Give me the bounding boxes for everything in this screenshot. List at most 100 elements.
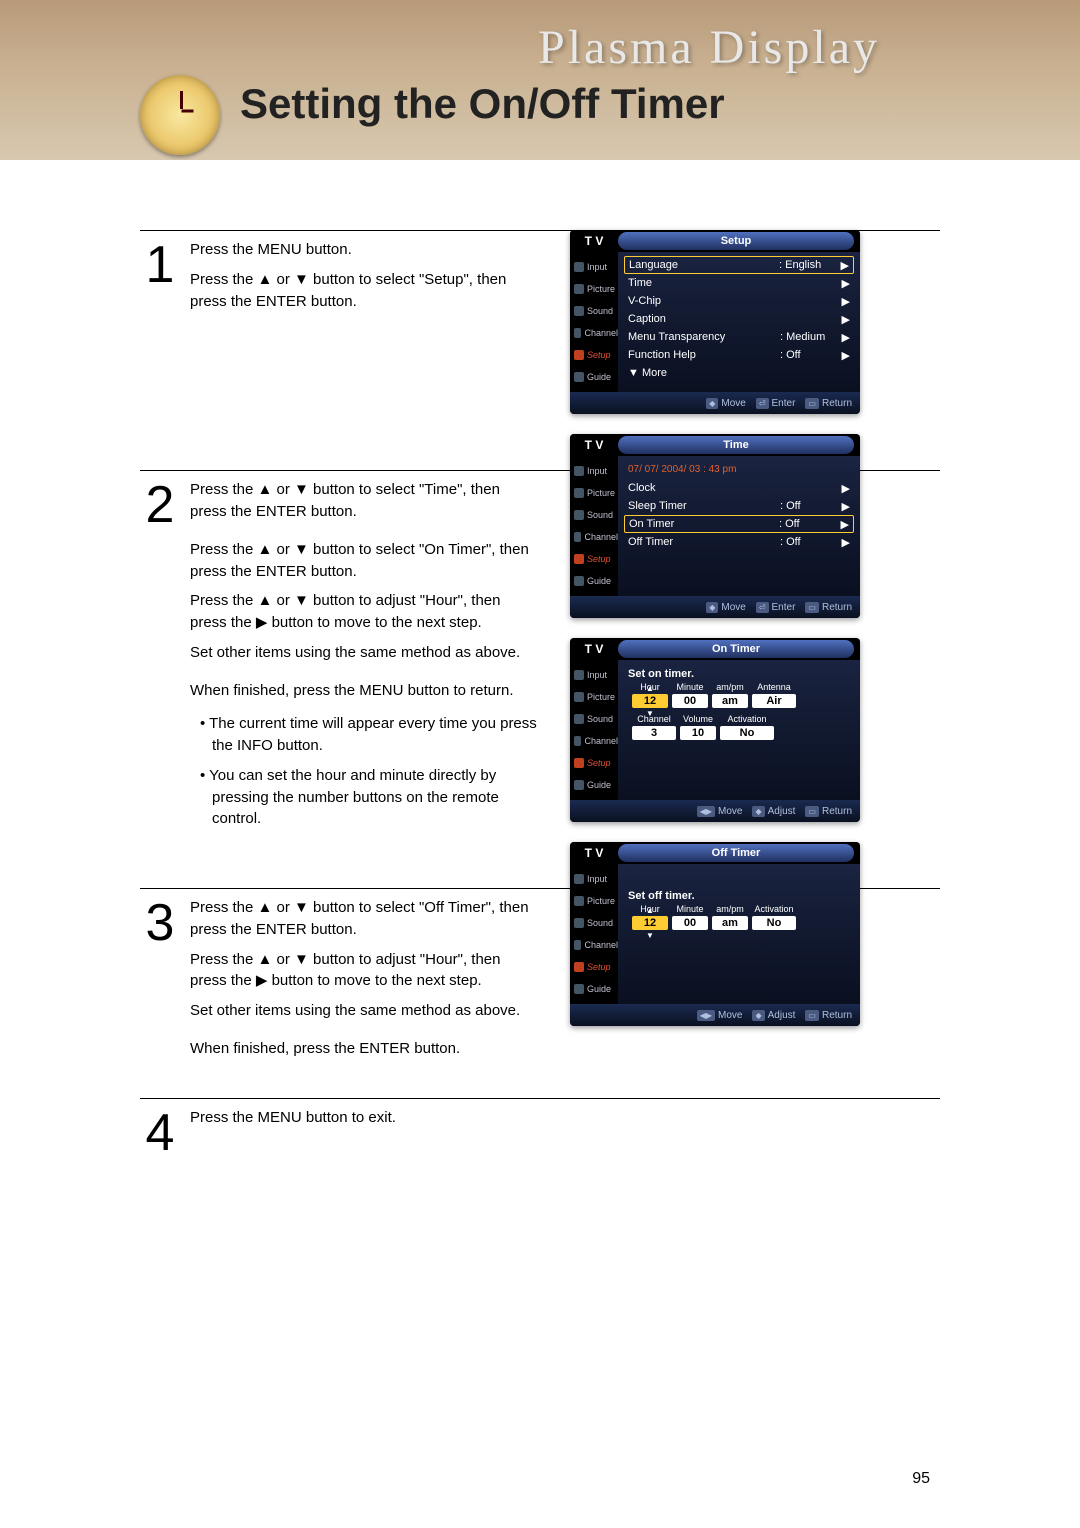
osd-footer: ◀▶Move ◆Adjust ▭Return [570, 800, 860, 822]
osd-menu-row[interactable]: Sleep Timer: Off▶ [624, 497, 854, 515]
osd-sidebar-item[interactable]: Input [570, 664, 618, 686]
osd-menu-row[interactable]: V-Chip▶ [624, 292, 854, 310]
osd-sidebar-item[interactable]: Setup [570, 752, 618, 774]
osd-sidebar-item[interactable]: Picture [570, 278, 618, 300]
move-icon: ◆ [706, 602, 718, 613]
osd-field-value[interactable]: No [720, 726, 774, 740]
osd-field-value[interactable]: 12 [632, 694, 668, 708]
osd-sidebar-icon [574, 284, 584, 294]
osd-field-label: Volume [680, 714, 716, 724]
osd-time: T V Time InputPictureSoundChannelSetupGu… [570, 434, 860, 618]
step-number: 1 [140, 239, 180, 320]
step-text: Press the MENU button to exit. [180, 1107, 560, 1159]
osd-sidebar-item[interactable]: Guide [570, 570, 618, 592]
osd-menu-row[interactable]: Menu Transparency: Medium▶ [624, 328, 854, 346]
osd-sidebar-label: Sound [587, 918, 613, 928]
osd-menu-row[interactable]: Time▶ [624, 274, 854, 292]
osd-sidebar-icon [574, 488, 584, 498]
osd-sidebar-item[interactable]: Sound [570, 504, 618, 526]
osd-sidebar-icon [574, 758, 584, 768]
osd-row-label: Off Timer [624, 536, 780, 548]
osd-menu-row[interactable]: Language: English▶ [624, 256, 854, 274]
osd-sidebar-label: Input [587, 262, 607, 272]
osd-tv-label: T V [570, 438, 618, 452]
osd-menu-row[interactable]: Function Help: Off▶ [624, 346, 854, 364]
osd-sidebar-icon [574, 670, 584, 680]
osd-menu-row[interactable]: On Timer: Off▶ [624, 515, 854, 533]
osd-field-value[interactable]: 00 [672, 694, 708, 708]
osd-menu-row[interactable]: Caption▶ [624, 310, 854, 328]
osd-sidebar-item[interactable]: Input [570, 256, 618, 278]
osd-sidebar-item[interactable]: Input [570, 868, 618, 890]
osd-sidebar-icon [574, 554, 584, 564]
footer-move: Move [721, 602, 745, 613]
osd-field-value[interactable]: 3 [632, 726, 676, 740]
osd-sidebar-icon [574, 962, 584, 972]
osd-sidebar-item[interactable]: Channel [570, 730, 618, 752]
osd-sidebar-item[interactable]: Channel [570, 934, 618, 956]
osd-field-value[interactable]: 00 [672, 916, 708, 930]
step-line: Press the MENU button. [190, 239, 540, 261]
osd-sidebar-item[interactable]: Guide [570, 774, 618, 796]
osd-sidebar-icon [574, 306, 584, 316]
osd-sidebar-item[interactable]: Channel [570, 526, 618, 548]
osd-sidebar-item[interactable]: Sound [570, 300, 618, 322]
osd-field-value[interactable]: 10 [680, 726, 716, 740]
step-line: Set other items using the same method as… [190, 642, 540, 664]
osd-title: On Timer [618, 640, 854, 658]
osd-sidebar-item[interactable]: Picture [570, 890, 618, 912]
osd-field-label: Minute [672, 904, 708, 914]
footer-return: Return [822, 398, 852, 409]
osd-field-value[interactable]: am [712, 694, 748, 708]
osd-setup: T V Setup InputPictureSoundChannelSetupG… [570, 230, 860, 414]
osd-row-label: Menu Transparency [624, 331, 780, 343]
osd-field-label: Antenna [752, 682, 796, 692]
osd-off-timer: T V Off Timer InputPictureSoundChannelSe… [570, 842, 860, 1026]
step-line: Press the MENU button to exit. [190, 1107, 540, 1129]
footer-move: Move [718, 806, 742, 817]
osd-sidebar-icon [574, 714, 584, 724]
adjust-icon: ◆ [752, 1010, 764, 1021]
osd-field-value[interactable]: am [712, 916, 748, 930]
osd-menu-row[interactable]: ▼ More [624, 364, 854, 382]
caret-right-icon: ▶ [840, 536, 854, 549]
osd-sidebar-label: Input [587, 466, 607, 476]
osd-sidebar-label: Sound [587, 510, 613, 520]
osd-sidebar-item[interactable]: Channel [570, 322, 618, 344]
osd-row-label: Time [624, 277, 780, 289]
osd-sidebar-item[interactable]: Setup [570, 548, 618, 570]
osd-sidebar-item[interactable]: Setup [570, 344, 618, 366]
caret-right-icon: ▶ [840, 331, 854, 344]
osd-sidebar-label: Guide [587, 984, 611, 994]
osd-sidebar-item[interactable]: Picture [570, 686, 618, 708]
osd-sidebar-icon [574, 510, 584, 520]
osd-sidebar-item[interactable]: Setup [570, 956, 618, 978]
osd-field-value[interactable]: 12 [632, 916, 668, 930]
osd-sidebar-icon [574, 576, 584, 586]
osd-sidebar-item[interactable]: Sound [570, 708, 618, 730]
osd-sidebar-icon [574, 918, 584, 928]
step-line: Press the ▲ or ▼ button to adjust "Hour"… [190, 949, 540, 993]
osd-main: Set off timer. HourMinuteam/pmActivation… [618, 864, 860, 1004]
osd-row-value: : Off [779, 518, 839, 530]
step-4: 4 Press the MENU button to exit. [140, 1098, 940, 1159]
osd-sidebar-item[interactable]: Picture [570, 482, 618, 504]
osd-sidebar-item[interactable]: Sound [570, 912, 618, 934]
footer-enter: Enter [772, 602, 796, 613]
osd-sidebar-item[interactable]: Guide [570, 366, 618, 388]
osd-sidebar: Input Picture Sound ChannelSetupGuide [570, 456, 618, 596]
osd-sidebar-item[interactable]: Input [570, 460, 618, 482]
osd-row-label: Function Help [624, 349, 780, 361]
osd-sidebar-item[interactable]: Guide [570, 978, 618, 1000]
osd-sidebar-label: Picture [587, 488, 615, 498]
osd-sidebar-icon [574, 328, 581, 338]
return-icon: ▭ [805, 398, 819, 409]
osd-field-value[interactable]: No [752, 916, 796, 930]
osd-field-label: am/pm [712, 904, 748, 914]
osd-menu-row[interactable]: Clock▶ [624, 479, 854, 497]
osd-tv-label: T V [570, 846, 618, 860]
osd-field-value[interactable]: Air [752, 694, 796, 708]
osd-menu-row[interactable]: Off Timer: Off▶ [624, 533, 854, 551]
return-icon: ▭ [805, 602, 819, 613]
footer-adjust: Adjust [768, 1010, 796, 1021]
